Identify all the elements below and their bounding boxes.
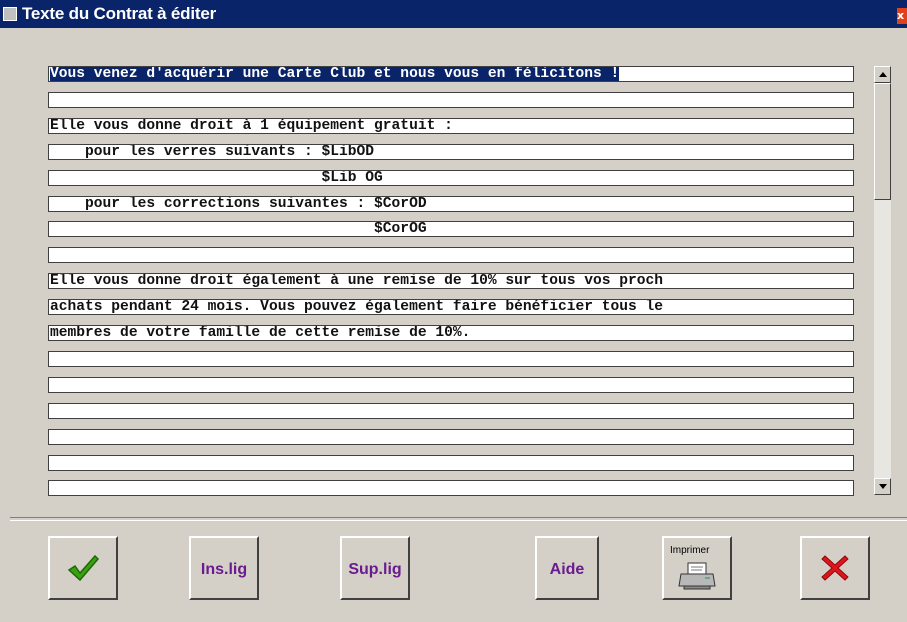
printer-icon xyxy=(678,562,716,590)
app-icon xyxy=(3,7,17,21)
scrollbar-track[interactable] xyxy=(874,83,891,478)
text-line[interactable] xyxy=(48,376,854,393)
help-button[interactable]: Aide xyxy=(535,536,599,600)
scroll-up-button[interactable] xyxy=(874,66,891,83)
ok-button[interactable] xyxy=(48,536,118,600)
text-line[interactable] xyxy=(48,91,854,108)
text-line[interactable]: Elle vous donne droit à 1 équipement gra… xyxy=(48,117,854,134)
text-line[interactable] xyxy=(48,480,854,497)
text-line[interactable]: $Lib OG xyxy=(48,169,854,186)
insert-line-button[interactable]: Ins.lig xyxy=(189,536,259,600)
checkmark-icon xyxy=(67,554,100,582)
text-line[interactable]: pour les verres suivants : $LibOD xyxy=(48,143,854,160)
text-line[interactable] xyxy=(48,350,854,367)
arrow-down-icon xyxy=(879,484,887,489)
scroll-down-button[interactable] xyxy=(874,478,891,495)
arrow-up-icon xyxy=(879,72,887,77)
insert-line-label: Ins.lig xyxy=(200,561,248,578)
scrollbar-thumb[interactable] xyxy=(874,83,891,200)
delete-line-button[interactable]: Sup.lig xyxy=(340,536,410,600)
text-line[interactable]: Elle vous donne droit également à une re… xyxy=(48,273,854,290)
text-line[interactable]: achats pendant 24 mois. Vous pouvez égal… xyxy=(48,299,854,316)
window-title: Texte du Contrat à éditer xyxy=(22,4,216,23)
cancel-button[interactable] xyxy=(800,536,870,600)
text-line[interactable] xyxy=(48,247,854,264)
close-window-button[interactable]: x xyxy=(897,8,907,24)
delete-line-label: Sup.lig xyxy=(348,561,402,578)
print-button[interactable]: Imprimer xyxy=(662,536,732,600)
help-label: Aide xyxy=(549,561,585,578)
text-line[interactable]: Vous venez d'acquérir une Carte Club et … xyxy=(48,66,854,82)
text-line[interactable] xyxy=(48,428,854,445)
print-label: Imprimer xyxy=(670,545,710,556)
selected-text: Vous venez d'acquérir une Carte Club et … xyxy=(50,66,620,82)
separator xyxy=(10,517,907,521)
text-line[interactable]: pour les corrections suivantes : $CorOD xyxy=(48,195,854,212)
text-line[interactable]: $CorOG xyxy=(48,221,854,238)
cross-icon xyxy=(821,555,849,581)
text-line[interactable] xyxy=(48,402,854,419)
contract-text-editor: Vous venez d'acquérir une Carte Club et … xyxy=(34,56,874,506)
title-bar[interactable]: Texte du Contrat à éditer x xyxy=(0,0,907,28)
text-line[interactable]: membres de votre famille de cette remise… xyxy=(48,325,854,341)
text-line[interactable] xyxy=(48,454,854,471)
